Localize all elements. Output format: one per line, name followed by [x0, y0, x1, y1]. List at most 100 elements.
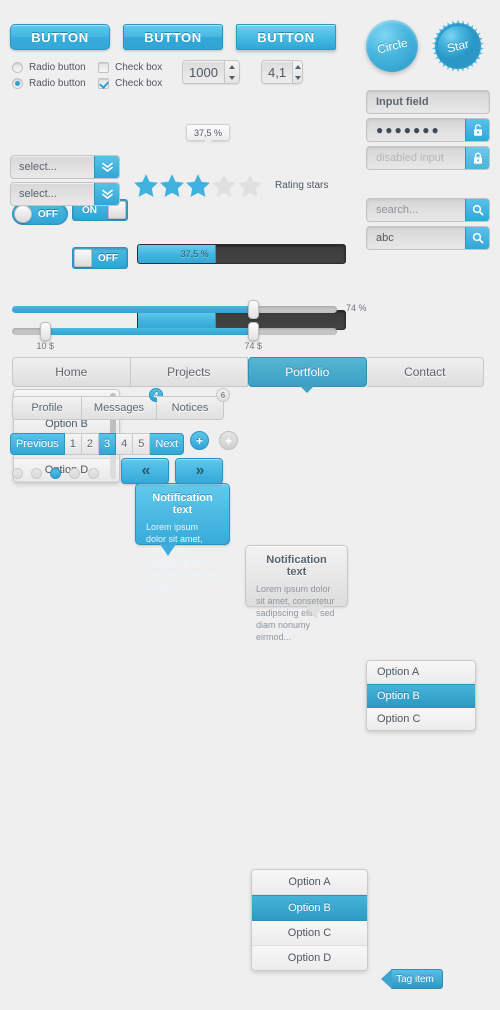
password-input-field[interactable]: ●●●●●●● [366, 118, 490, 142]
carousel-dot-1[interactable] [12, 468, 23, 479]
checkbox-icon-off[interactable] [98, 62, 109, 73]
slider-handle-min[interactable] [39, 322, 51, 341]
checkbox-option-unchecked[interactable]: Check box [98, 62, 162, 73]
radio-label-on: Radio button [29, 78, 86, 89]
progress-value-label: 37,5 % [180, 249, 209, 259]
checkbox-option-checked[interactable]: Check box [98, 78, 162, 89]
toggle-knob[interactable] [14, 205, 32, 223]
text-input-value[interactable]: Input field [367, 96, 489, 108]
caret-down-icon [228, 75, 235, 80]
pagination-previous-label: Previous [16, 438, 59, 450]
pagination-next[interactable]: Next [150, 433, 185, 455]
pagination-page-1[interactable]: 1 [64, 433, 82, 455]
checkbox-icon-on[interactable] [98, 78, 109, 89]
pagination-page-4[interactable]: 4 [116, 433, 134, 455]
star-icon-empty[interactable] [211, 173, 237, 198]
search-input-filled[interactable]: abc [366, 226, 490, 250]
slider-handle-max[interactable] [247, 322, 259, 341]
rating-stars[interactable]: Rating stars [133, 173, 328, 198]
pagination-page-2[interactable]: 2 [81, 433, 100, 455]
stepper-increment-button-decimal[interactable] [293, 61, 302, 72]
progress-bar-plain [137, 310, 346, 330]
nav-tab-projects-label: Projects [167, 365, 211, 379]
progress-fill [138, 311, 216, 329]
tag-item-blue[interactable]: Tag item [381, 969, 443, 989]
search-icon[interactable] [465, 227, 489, 249]
star-badge[interactable]: Star [430, 18, 486, 74]
pagination-page-5[interactable]: 5 [133, 433, 151, 455]
autocomplete-option-b[interactable]: Option B [367, 684, 475, 708]
option-list-item-a[interactable]: Option A [252, 870, 367, 895]
stepper-decrement-button-decimal[interactable] [293, 72, 302, 83]
chevron-double-down-icon[interactable] [94, 183, 119, 205]
slider-track[interactable] [12, 300, 337, 319]
button-rounded[interactable]: BUTTON [10, 24, 110, 50]
notification-blue-title: Notification text [152, 492, 213, 516]
nav-tab-home[interactable]: Home [12, 357, 131, 387]
star-icon-filled[interactable] [185, 173, 211, 198]
select-closed[interactable]: select... [10, 155, 120, 179]
next-chevron-button[interactable]: » [175, 458, 223, 484]
button-flat[interactable]: BUTTON [236, 24, 336, 50]
star-icon-filled[interactable] [159, 173, 185, 198]
stepper-increment-button[interactable] [225, 61, 239, 72]
profile-tab-profile[interactable]: Profile [12, 396, 82, 420]
pagination-page-5-label: 5 [138, 438, 145, 450]
button-semi-rounded[interactable]: BUTTON [123, 24, 223, 50]
star-icon-filled[interactable] [133, 173, 159, 198]
nav-tab-contact[interactable]: Contact [366, 357, 484, 387]
nav-tab-home-label: Home [55, 365, 88, 379]
nav-tab-portfolio[interactable]: Portfolio [248, 357, 367, 393]
autocomplete-option-c[interactable]: Option C [367, 708, 475, 730]
prev-chevron-button[interactable]: « [121, 458, 169, 484]
profile-tab-notices[interactable]: Notices 6 [157, 388, 230, 420]
radio-option-selected[interactable]: Radio button [12, 78, 86, 89]
carousel-dot-2[interactable] [31, 468, 42, 479]
autocomplete-option-a[interactable]: Option A [367, 661, 475, 684]
button-flat-label: BUTTON [257, 29, 315, 45]
add-button-blue[interactable]: + [190, 431, 209, 450]
carousel-dot-3[interactable] [50, 468, 61, 479]
search-icon[interactable] [465, 199, 489, 221]
stepper-value-decimal[interactable]: 4,1 [262, 61, 292, 83]
slider-range[interactable] [12, 322, 337, 341]
tag-item-blue-label: Tag item [396, 973, 434, 985]
option-list-item-c[interactable]: Option C [252, 921, 367, 946]
nav-tab-projects[interactable]: Projects [130, 357, 248, 387]
toggle-round-off[interactable]: OFF [12, 203, 68, 225]
slider-single[interactable] [12, 300, 337, 319]
slider-range-track[interactable] [12, 322, 337, 341]
search-input-empty[interactable]: search... [366, 198, 490, 222]
option-list-item-d[interactable]: Option D [252, 946, 367, 970]
caret-up-icon [228, 64, 235, 69]
pagination-page-3[interactable]: 3 [99, 433, 117, 455]
radio-icon-off[interactable] [12, 62, 23, 73]
text-input-field[interactable]: Input field [366, 90, 490, 114]
stepper-value-1000[interactable]: 1000 [183, 61, 224, 83]
unlock-icon[interactable] [465, 119, 489, 141]
circle-badge[interactable]: Circle [366, 20, 418, 72]
carousel-dot-4[interactable] [69, 468, 80, 479]
profile-tab-messages[interactable]: Messages 4 [82, 388, 163, 420]
search-input-value[interactable]: abc [367, 232, 465, 244]
select-open-trigger[interactable]: select... [10, 182, 120, 206]
toggle-knob[interactable] [74, 249, 92, 267]
add-button-grey[interactable]: + [219, 431, 238, 450]
radio-icon-on[interactable] [12, 78, 23, 89]
progress-tooltip-label: 37,5 % [186, 124, 231, 145]
option-list-item-b[interactable]: Option B [252, 895, 367, 921]
chevron-double-down-icon[interactable] [94, 156, 119, 178]
number-stepper-1000[interactable]: 1000 [182, 60, 240, 84]
carousel-dot-5[interactable] [88, 468, 99, 479]
slider-handle[interactable] [247, 300, 259, 319]
radio-option-unselected[interactable]: Radio button [12, 62, 86, 73]
pagination-previous[interactable]: Previous [10, 433, 65, 455]
main-navigation: Home Projects Portfolio Contact [12, 357, 484, 393]
star-icon-empty[interactable] [237, 173, 263, 198]
stepper-decrement-button[interactable] [225, 72, 239, 83]
password-input-value[interactable]: ●●●●●●● [367, 123, 465, 137]
search-input-placeholder[interactable]: search... [367, 204, 465, 216]
number-stepper-decimal[interactable]: 4,1 [261, 60, 303, 84]
toggle-square-off[interactable]: OFF [72, 247, 128, 269]
notification-tail [160, 544, 176, 556]
